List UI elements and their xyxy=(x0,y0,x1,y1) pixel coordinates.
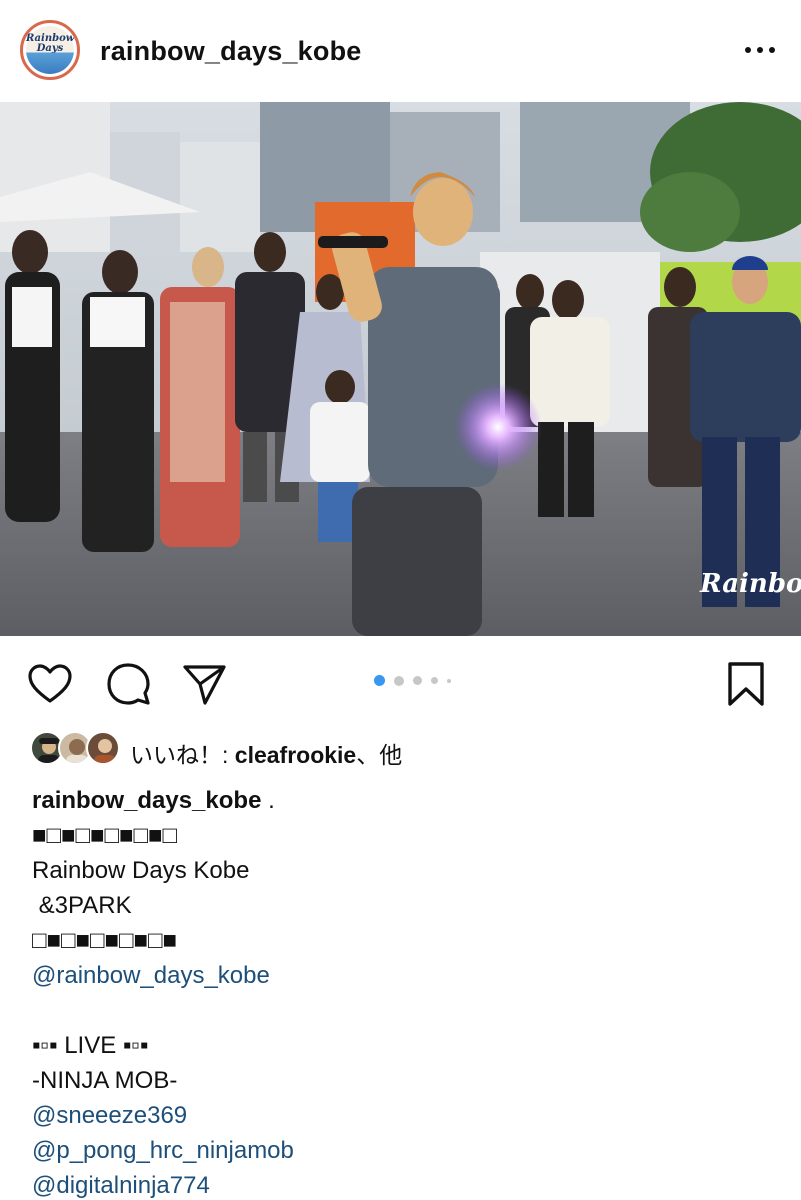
avatar-logo: Rainbow Days xyxy=(26,26,74,74)
caption-line: Rainbow Days Kobe xyxy=(32,857,250,884)
carousel-indicator xyxy=(374,675,451,686)
caption-mention[interactable]: @rainbow_days_kobe xyxy=(32,958,772,993)
carousel-dot xyxy=(447,678,451,683)
carousel-dot xyxy=(431,677,438,684)
likes-row[interactable]: いいね！: cleafrookie、他 xyxy=(30,731,770,770)
share-icon[interactable] xyxy=(180,660,228,708)
photo-watermark: Rainbow Days xyxy=(699,569,801,599)
caption-group-name: -NINJA MOB- xyxy=(32,1067,178,1094)
caption-line: □■□■□■□■□■ xyxy=(32,927,177,954)
street-performance-photo: Rainbow Days xyxy=(0,102,801,636)
likes-text[interactable]: いいね！: cleafrookie、他 xyxy=(130,736,402,770)
carousel-dot xyxy=(413,676,422,685)
heart-icon[interactable] xyxy=(26,660,74,708)
caption-mention[interactable]: @sneeeze369 xyxy=(32,1098,772,1133)
bookmark-icon[interactable] xyxy=(722,660,770,708)
caption-mention[interactable]: @digitalninja774 xyxy=(32,1168,772,1200)
caption-live-line: ▪▫▪ LIVE ▪▫▪ xyxy=(32,1032,149,1059)
post-caption: rainbow_days_kobe . ■□■□■□■□■□ Rainbow D… xyxy=(32,783,772,1200)
profile-avatar[interactable]: Rainbow Days xyxy=(20,20,80,80)
post-username[interactable]: rainbow_days_kobe xyxy=(100,36,362,67)
caption-mention[interactable]: @p_pong_hrc_ninjamob xyxy=(32,1133,772,1168)
carousel-dot xyxy=(394,675,404,686)
post-photo[interactable]: Rainbow Days xyxy=(0,102,801,636)
more-options-icon[interactable] xyxy=(740,38,780,62)
post-header: Rainbow Days rainbow_days_kobe xyxy=(0,0,801,102)
caption-line: ■□■□■□■□■□ xyxy=(32,822,177,849)
liker-username: cleafrookie xyxy=(234,742,357,768)
comment-icon[interactable] xyxy=(104,660,152,708)
caption-line: &3PARK xyxy=(32,892,132,919)
carousel-dot-active xyxy=(374,675,385,686)
liker-avatar xyxy=(86,731,120,765)
caption-author[interactable]: rainbow_days_kobe xyxy=(32,787,261,814)
avatar-logo-text: Rainbow Days xyxy=(26,33,75,54)
